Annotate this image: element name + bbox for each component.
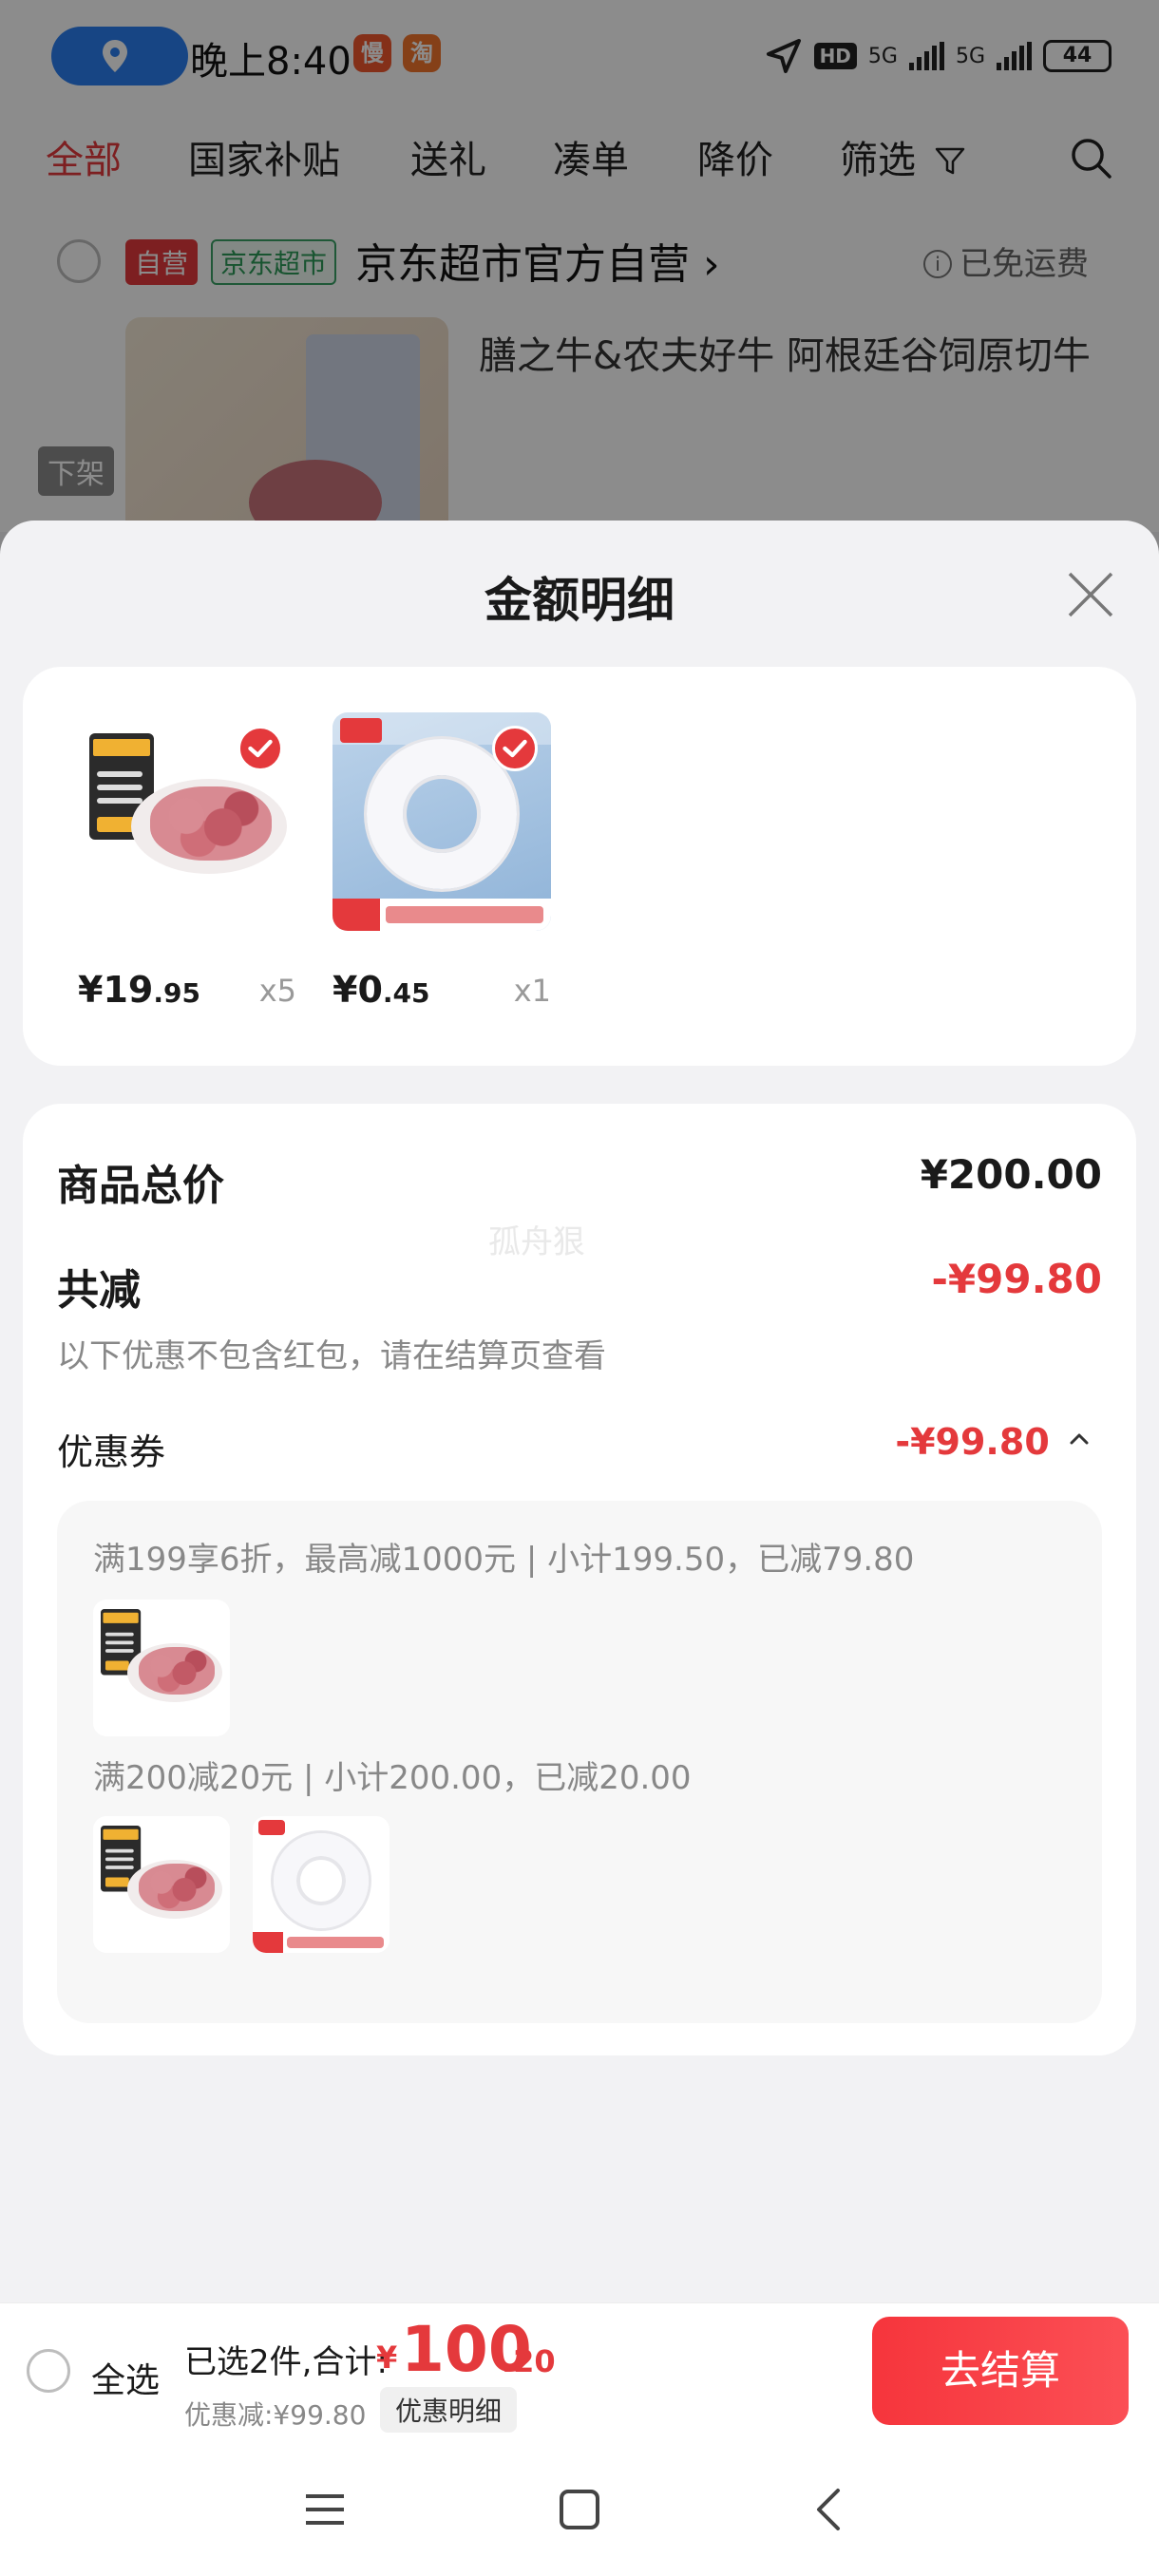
price-integer: ¥19 bbox=[78, 969, 154, 1011]
tape-product-thumbnail bbox=[253, 1816, 390, 1953]
coupon-toggle[interactable]: -¥99.80 bbox=[895, 1421, 1091, 1463]
product-quantity: x5 bbox=[258, 973, 296, 1009]
watermark-text: 孤舟狠 bbox=[488, 1223, 585, 1261]
total-amount-decimal: .20 bbox=[502, 2343, 556, 2379]
beef-product-image bbox=[78, 712, 296, 931]
coupon-breakdown: 满199享6折，最高减1000元 | 小计199.50，已减79.80 满200… bbox=[57, 1501, 1102, 2023]
close-icon[interactable] bbox=[1064, 568, 1117, 621]
coupon-value: -¥99.80 bbox=[895, 1421, 1050, 1463]
selected-summary: 已选2件,合计: bbox=[184, 2343, 388, 2381]
price-detail-card: 商品总价 ¥200.00 孤舟狠 共减 -¥99.80 以下优惠不包含红包，请在… bbox=[23, 1104, 1136, 2055]
price-integer: ¥0 bbox=[332, 969, 383, 1011]
coupon-rule: 满199享6折，最高减1000元 | 小计199.50，已减79.80 bbox=[93, 1541, 915, 1579]
beef-product-thumbnail bbox=[93, 1600, 230, 1736]
total-price-label: 商品总价 bbox=[57, 1162, 224, 1210]
checkmark-icon bbox=[492, 726, 538, 771]
home-icon[interactable] bbox=[555, 2485, 604, 2534]
tape-product-image bbox=[332, 712, 551, 931]
discount-summary: 优惠减:¥99.80 bbox=[184, 2399, 367, 2431]
total-price-value: ¥200.00 bbox=[920, 1151, 1102, 1198]
price-decimal: .45 bbox=[382, 977, 430, 1009]
total-reduction-label: 共减 bbox=[57, 1266, 141, 1315]
product-price: ¥0.45 bbox=[332, 969, 430, 1011]
chevron-up-icon bbox=[1070, 1433, 1089, 1445]
total-reduction-value: -¥99.80 bbox=[931, 1256, 1102, 1302]
price-decimal: .95 bbox=[153, 977, 200, 1009]
selected-products-card: ¥19.95 x5 ¥0.45 x1 bbox=[23, 667, 1136, 1066]
system-navigation-bar bbox=[0, 2443, 1159, 2576]
product-quantity: x1 bbox=[513, 973, 551, 1009]
menu-icon[interactable] bbox=[300, 2485, 350, 2534]
discount-note: 以下优惠不包含红包，请在结算页查看 bbox=[57, 1337, 606, 1375]
total-currency: ¥ bbox=[376, 2339, 398, 2376]
back-icon[interactable] bbox=[806, 2485, 855, 2534]
discount-detail-button[interactable]: 优惠明细 bbox=[380, 2387, 518, 2433]
sheet-title: 金额明细 bbox=[484, 573, 674, 628]
select-all-label[interactable]: 全选 bbox=[91, 2353, 160, 2402]
coupon-label: 优惠券 bbox=[57, 1431, 166, 1473]
checkout-bar: 全选 已选2件,合计: ¥ 100 .20 优惠减:¥99.80 优惠明细 去结… bbox=[0, 2302, 1159, 2443]
product-price: ¥19.95 bbox=[78, 969, 200, 1011]
amount-detail-sheet: 金额明细 ¥19.95 x5 ¥0.45 x1 商品总价 ¥200.00 孤舟狠… bbox=[0, 521, 1159, 2576]
checkout-button[interactable]: 去结算 bbox=[872, 2317, 1129, 2425]
checkmark-icon bbox=[238, 726, 283, 771]
beef-product-thumbnail bbox=[93, 1816, 230, 1953]
select-all-radio[interactable] bbox=[27, 2349, 70, 2393]
coupon-rule: 满200减20元 | 小计200.00，已减20.00 bbox=[93, 1759, 692, 1797]
